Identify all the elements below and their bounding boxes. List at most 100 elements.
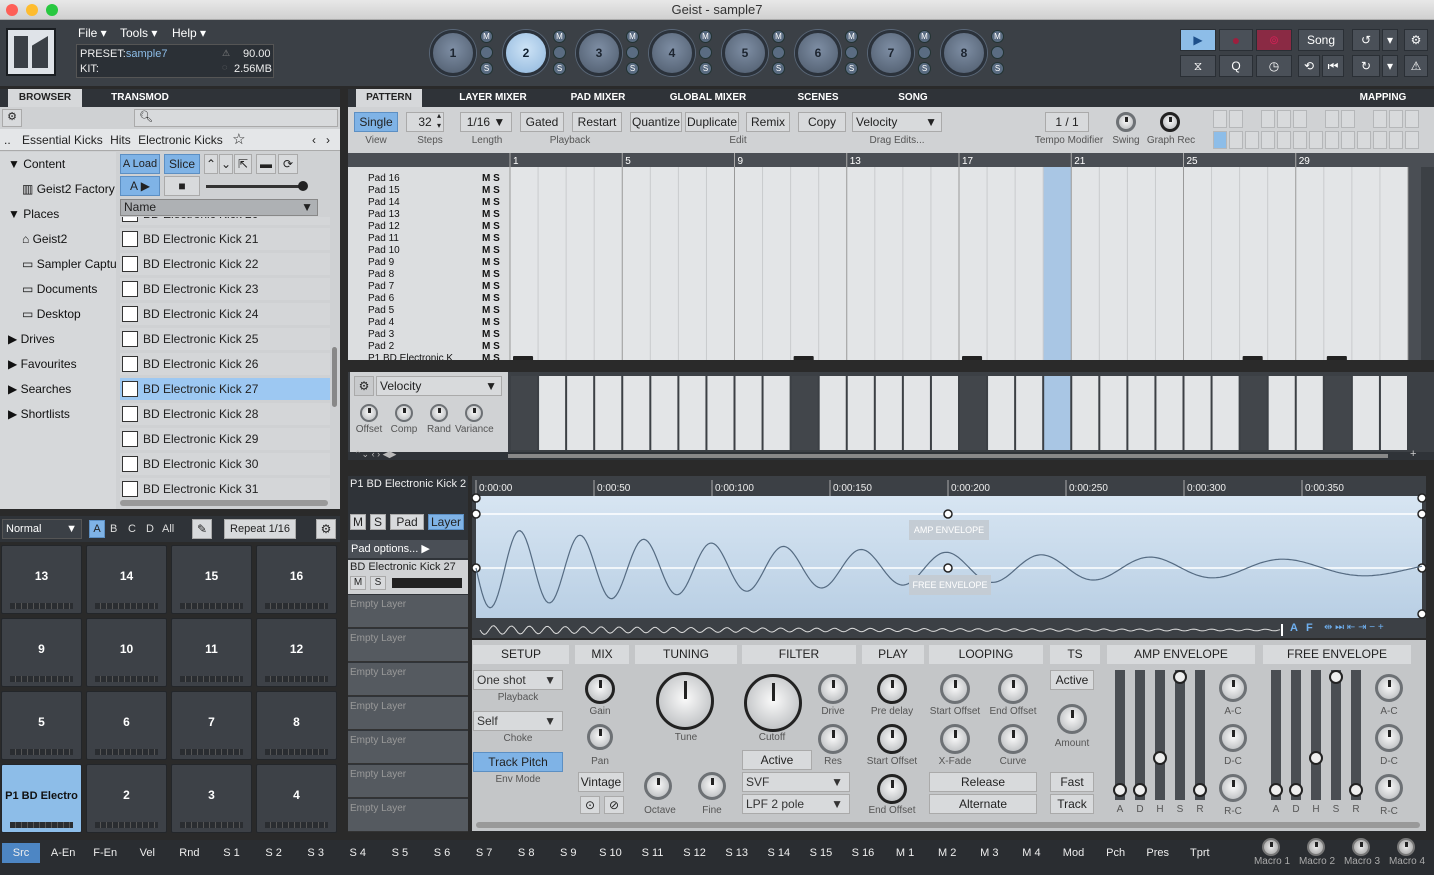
undo-button[interactable]: ↺: [1352, 29, 1380, 51]
breadcrumb-essential-kicks[interactable]: Essential Kicks: [14, 133, 103, 147]
sidebar-drives[interactable]: ▶ Drives: [8, 332, 55, 346]
tab-pad-mixer[interactable]: PAD MIXER: [558, 89, 638, 107]
velocity-bar[interactable]: [679, 376, 706, 450]
free-envelope-d-slider[interactable]: [1289, 670, 1303, 800]
row-mute-solo[interactable]: M S: [482, 293, 500, 304]
ts-amount-knob[interactable]: [1057, 704, 1087, 734]
amp-envelope-a-c-knob[interactable]: [1219, 674, 1247, 702]
eraser-button[interactable]: ✎: [192, 519, 212, 539]
repeat-button[interactable]: Repeat 1/16: [224, 519, 296, 539]
duplicate-button[interactable]: Duplicate: [685, 112, 739, 132]
velocity-bar[interactable]: [1044, 376, 1071, 450]
close-window-button[interactable]: [6, 4, 18, 16]
pattern-slot[interactable]: [1373, 131, 1387, 149]
empty-layer[interactable]: Empty Layer: [348, 731, 468, 764]
steps-field[interactable]: 32 ▴ ▾: [406, 111, 444, 132]
pad-options-button[interactable]: Pad options... ▶: [348, 540, 468, 558]
envelope-node[interactable]: [943, 509, 953, 519]
bottom-tab-s5[interactable]: S 5: [381, 843, 419, 863]
drum-pad[interactable]: 3: [171, 764, 252, 833]
undo-menu-button[interactable]: ▾: [1382, 29, 1398, 51]
pattern-slot[interactable]: [1309, 131, 1323, 149]
drum-pad[interactable]: 10: [86, 618, 167, 687]
bottom-tab-s2[interactable]: S 2: [255, 843, 293, 863]
tab-scenes[interactable]: SCENES: [788, 89, 848, 107]
tab-pattern[interactable]: PATTERN: [356, 89, 422, 107]
bottom-tab-m3[interactable]: M 3: [970, 843, 1008, 863]
filter-mode-select[interactable]: LPF 2 pole ▼: [742, 794, 850, 814]
macro-1-knob[interactable]: [1262, 838, 1280, 856]
velocity-bar[interactable]: [1100, 376, 1127, 450]
tab-browser[interactable]: BROWSER: [8, 89, 82, 107]
envelope-node[interactable]: [1417, 509, 1426, 519]
pattern-slot[interactable]: [1357, 131, 1371, 149]
alert-button[interactable]: ⚠: [1404, 55, 1428, 77]
sidebar-geist2-factory[interactable]: ▥ Geist2 Factory: [22, 182, 115, 196]
back-icon[interactable]: ‹: [312, 129, 316, 151]
velocity-bar[interactable]: [1212, 376, 1239, 450]
velocity-bar[interactable]: [791, 376, 818, 450]
menu-file[interactable]: File ▾: [78, 26, 107, 40]
channel-3-link[interactable]: [626, 46, 639, 59]
layer-1[interactable]: BD Electronic Kick 27 M S: [348, 560, 468, 594]
step-note[interactable]: [962, 356, 983, 360]
bottom-tab-s4[interactable]: S 4: [339, 843, 377, 863]
pattern-slot[interactable]: [1405, 110, 1419, 128]
grid-row-label[interactable]: Pad 2: [368, 341, 395, 352]
bottom-tab-s11[interactable]: S 11: [634, 843, 672, 863]
channel-3-solo[interactable]: S: [626, 62, 639, 75]
sidebar-sampler-capture[interactable]: ▭ Sampler Capture: [22, 257, 116, 271]
channel-6-link[interactable]: [845, 46, 858, 59]
channel-8-link[interactable]: [991, 46, 1004, 59]
play-button[interactable]: ▶: [1180, 29, 1216, 51]
res-knob[interactable]: [818, 724, 848, 754]
tab-transmod[interactable]: TRANSMOD: [100, 89, 180, 107]
grid-row-label[interactable]: Pad 4: [368, 317, 395, 328]
row-mute-solo[interactable]: M S: [482, 173, 500, 184]
grid-row-label[interactable]: Pad 11: [368, 233, 399, 244]
row-mute-solo[interactable]: M S: [482, 245, 500, 256]
tune-knob[interactable]: [656, 672, 714, 730]
pattern-slot[interactable]: [1373, 110, 1387, 128]
file-item[interactable]: BD Electronic Kick 20: [120, 217, 330, 225]
slider-thumb[interactable]: [1269, 782, 1283, 797]
slider-thumb[interactable]: [1173, 670, 1187, 684]
pattern-slot[interactable]: [1213, 131, 1227, 149]
amp-envelope-r-c-knob[interactable]: [1219, 774, 1247, 802]
up-button[interactable]: ⌃: [204, 154, 218, 174]
ts-active-button[interactable]: Active: [1050, 670, 1094, 690]
file-item[interactable]: BD Electronic Kick 30: [120, 453, 330, 475]
drum-pad[interactable]: 6: [86, 691, 167, 760]
envelope-node[interactable]: [1417, 609, 1426, 619]
file-item[interactable]: BD Electronic Kick 26: [120, 353, 330, 375]
empty-layer[interactable]: Empty Layer: [348, 697, 468, 730]
drum-pad[interactable]: 7: [171, 691, 252, 760]
pad-settings-button[interactable]: ⚙: [316, 519, 336, 539]
tempo-modifier-field[interactable]: 1 / 1: [1045, 112, 1089, 132]
envelope-node[interactable]: [943, 563, 953, 573]
bottom-tab-s10[interactable]: S 10: [591, 843, 629, 863]
free-envelope-label[interactable]: FREE ENVELOPE: [909, 575, 991, 595]
channel-2-knob[interactable]: 2: [503, 30, 549, 76]
quantize-button[interactable]: Quantize: [630, 112, 682, 132]
vintage-button[interactable]: Vintage: [578, 772, 624, 792]
channel-4-link[interactable]: [699, 46, 712, 59]
filter-type-select[interactable]: SVF ▼: [742, 772, 850, 792]
channel-7-knob[interactable]: 7: [868, 30, 914, 76]
sidebar-shortlists[interactable]: ▶ Shortlists: [8, 407, 70, 421]
layer-mute-button[interactable]: M: [350, 576, 366, 590]
pad-mode-select[interactable]: Normal ▼: [2, 519, 82, 539]
loop-end-offset-knob[interactable]: [998, 674, 1028, 704]
controls-hscrollbar[interactable]: [476, 822, 1420, 828]
bottom-tab-pch[interactable]: Pch: [1097, 843, 1135, 863]
audition-play-button[interactable]: A ▶: [120, 176, 160, 196]
bank-d-button[interactable]: D: [146, 523, 154, 535]
invert-button[interactable]: ⊘: [604, 796, 624, 814]
velocity-bar[interactable]: [1352, 376, 1379, 450]
bottom-tab-tprt[interactable]: Tprt: [1181, 843, 1219, 863]
ts-fast-button[interactable]: Fast: [1050, 772, 1094, 792]
free-envelope-h-slider[interactable]: [1309, 670, 1323, 800]
row-mute-solo[interactable]: M S: [482, 317, 500, 328]
redo-menu-button[interactable]: ▾: [1382, 55, 1398, 77]
slice-button[interactable]: Slice: [164, 154, 200, 174]
